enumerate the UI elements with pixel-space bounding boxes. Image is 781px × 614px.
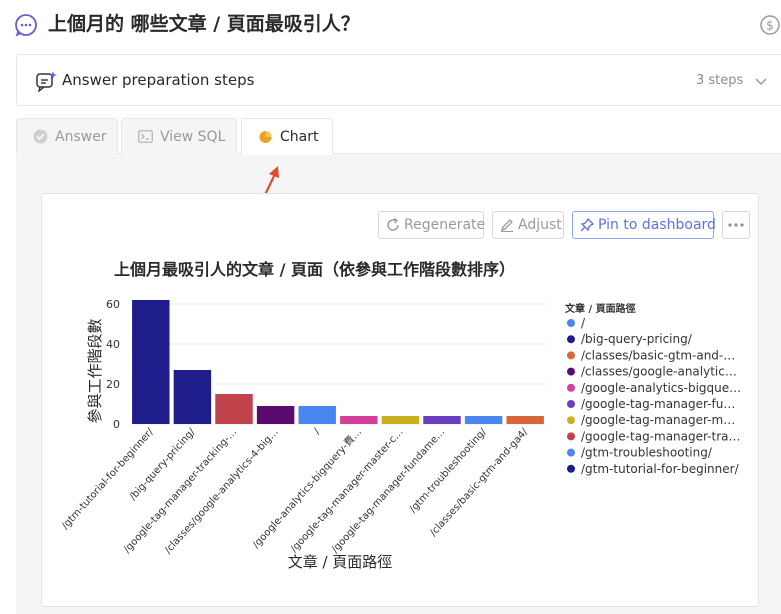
- legend-swatch: [567, 448, 575, 457]
- chart-card: Regenerate Adjust Pin to dashboard 0 20 40…: [41, 193, 759, 607]
- check-circle-icon: [33, 129, 48, 144]
- page-title: 上個月的 哪些文章 / 頁面最吸引人？: [48, 13, 360, 35]
- tab-chart-label: Chart: [280, 129, 319, 145]
- legend-title: 文章 / 頁面路徑: [565, 302, 636, 315]
- legend-item[interactable]: /google-tag-manager-fu…: [581, 397, 735, 411]
- legend-swatch: [567, 400, 575, 408]
- legend-swatch: [567, 432, 575, 441]
- chart-title: 上個月最吸引人的文章 / 頁面（依參與工作階段數排序）: [114, 260, 515, 279]
- legend-item[interactable]: /gtm-tutorial-for-beginner/: [581, 462, 740, 476]
- tab-answer-label: Answer: [55, 129, 107, 145]
- tab-view-sql[interactable]: View SQL: [121, 118, 237, 154]
- legend-swatch: [567, 335, 575, 344]
- legend-swatch: [567, 383, 575, 392]
- legend-swatch: [567, 319, 575, 327]
- tab-answer[interactable]: Answer: [16, 118, 118, 154]
- answer-preparation-steps[interactable]: Answer preparation steps 3 steps: [16, 54, 781, 106]
- y-tick-label: 20: [106, 378, 120, 391]
- chat-bubble-dots-icon: [15, 14, 37, 37]
- bar[interactable]: [381, 416, 420, 424]
- legend-swatch: [567, 367, 575, 376]
- bar[interactable]: [173, 370, 212, 424]
- steps-count: 3 steps: [696, 73, 744, 88]
- bar[interactable]: [256, 406, 295, 424]
- legend-item[interactable]: /classes/basic-gtm-and-…: [581, 348, 735, 362]
- bar[interactable]: [423, 416, 461, 424]
- bar[interactable]: [340, 416, 378, 424]
- bar[interactable]: [506, 416, 544, 424]
- legend-item[interactable]: /google-tag-manager-tra…: [581, 429, 741, 443]
- pie-chart-icon: [259, 131, 272, 143]
- steps-label: Answer preparation steps: [62, 71, 255, 89]
- legend-item[interactable]: /google-analytics-bigque…: [581, 381, 741, 395]
- legend-swatch: [567, 416, 575, 425]
- dollar-circle-icon[interactable]: $: [759, 14, 781, 36]
- bar[interactable]: [298, 406, 336, 424]
- legend-item[interactable]: /classes/google-analytic…: [581, 365, 737, 379]
- legend-item[interactable]: /google-tag-manager-m…: [581, 413, 735, 427]
- y-tick-label: 60: [106, 298, 120, 311]
- y-tick-label: 40: [106, 338, 120, 351]
- legend-item[interactable]: /big-query-pricing/: [581, 332, 693, 346]
- tab-view-sql-label: View SQL: [160, 129, 226, 145]
- legend-item[interactable]: /: [581, 316, 586, 330]
- svg-text:$: $: [766, 19, 774, 33]
- legend-swatch: [567, 351, 575, 360]
- bar[interactable]: [215, 394, 253, 424]
- bar-chart: 0 20 40 60 /gtm-tutorial-for-beginner/ /big-…: [60, 260, 741, 571]
- question-header: 上個月的 哪些文章 / 頁面最吸引人？ $: [14, 10, 781, 40]
- x-axis-label: 文章 / 頁面路徑: [288, 553, 393, 571]
- legend-item[interactable]: /gtm-troubleshooting/: [581, 446, 713, 460]
- legend-swatch: [567, 464, 575, 473]
- y-axis-label: 參與工作階段數: [86, 318, 104, 423]
- terminal-icon: [138, 130, 153, 143]
- y-tick-label: 0: [113, 418, 120, 431]
- tab-chart[interactable]: Chart: [241, 118, 333, 155]
- chevron-down-icon[interactable]: [754, 74, 768, 88]
- x-tick-label: /: [312, 426, 323, 436]
- bar[interactable]: [132, 300, 170, 424]
- bar[interactable]: [464, 416, 503, 424]
- x-tick-label: /gtm-troubleshooting/: [408, 426, 490, 515]
- sparkle-message-icon: [36, 71, 57, 92]
